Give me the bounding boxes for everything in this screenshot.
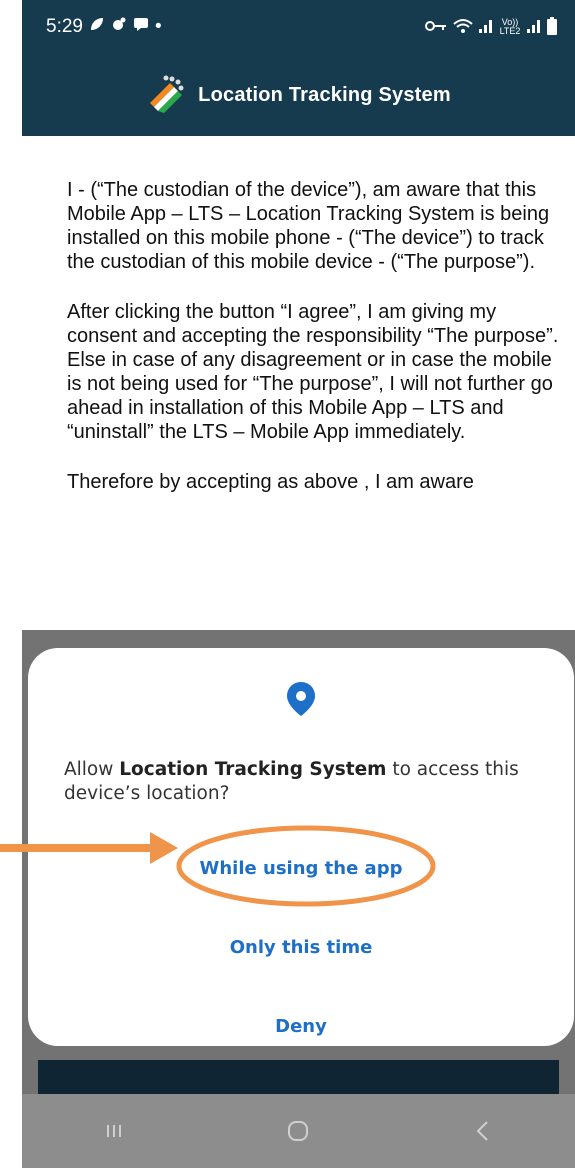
chat-notification-icon: [133, 16, 149, 38]
vpn-key-icon: [425, 19, 447, 36]
app-title: Location Tracking System: [198, 83, 451, 106]
message-prefix: Allow: [64, 759, 120, 780]
more-notifications-dot: •: [154, 16, 162, 37]
signal-icon: [479, 19, 493, 36]
while-using-app-button[interactable]: While using the app: [28, 858, 574, 879]
deny-button[interactable]: Deny: [28, 1016, 574, 1037]
app-notification-icon: [111, 16, 127, 38]
back-icon[interactable]: [463, 1111, 503, 1151]
consent-paragraph-2: After clicking the button “I agree”, I a…: [67, 301, 559, 443]
app-bottom-strip: [38, 1060, 559, 1094]
recents-icon[interactable]: [94, 1111, 134, 1151]
leaf-notification-icon: [89, 16, 105, 38]
signal-icon-2: [527, 19, 541, 36]
clock: 5:29: [46, 16, 83, 37]
wifi-icon: [453, 18, 473, 37]
only-this-time-button[interactable]: Only this time: [28, 937, 574, 958]
app-bar: Location Tracking System: [22, 54, 575, 136]
status-bar: 5:29 • Vo)) LTE2: [22, 0, 575, 54]
consent-paragraph-3: Therefore by accepting as above , I am a…: [67, 471, 474, 493]
consent-text: I - (“The custodian of the device”), am …: [67, 178, 562, 520]
consent-paragraph-1: I - (“The custodian of the device”), am …: [67, 179, 550, 273]
phone-screen: 5:29 • Vo)) LTE2 Location Tracking Syste…: [22, 0, 575, 1168]
permission-message: Allow Location Tracking System to access…: [64, 758, 534, 806]
message-app-name: Location Tracking System: [119, 759, 387, 780]
lts-logo-icon: [146, 73, 188, 118]
location-pin-icon: [286, 681, 316, 722]
volte-label: Vo)) LTE2: [499, 17, 521, 36]
navigation-bar: [22, 1094, 575, 1168]
location-permission-dialog: Allow Location Tracking System to access…: [28, 648, 574, 1046]
battery-icon: [547, 16, 557, 38]
home-icon[interactable]: [278, 1111, 318, 1151]
